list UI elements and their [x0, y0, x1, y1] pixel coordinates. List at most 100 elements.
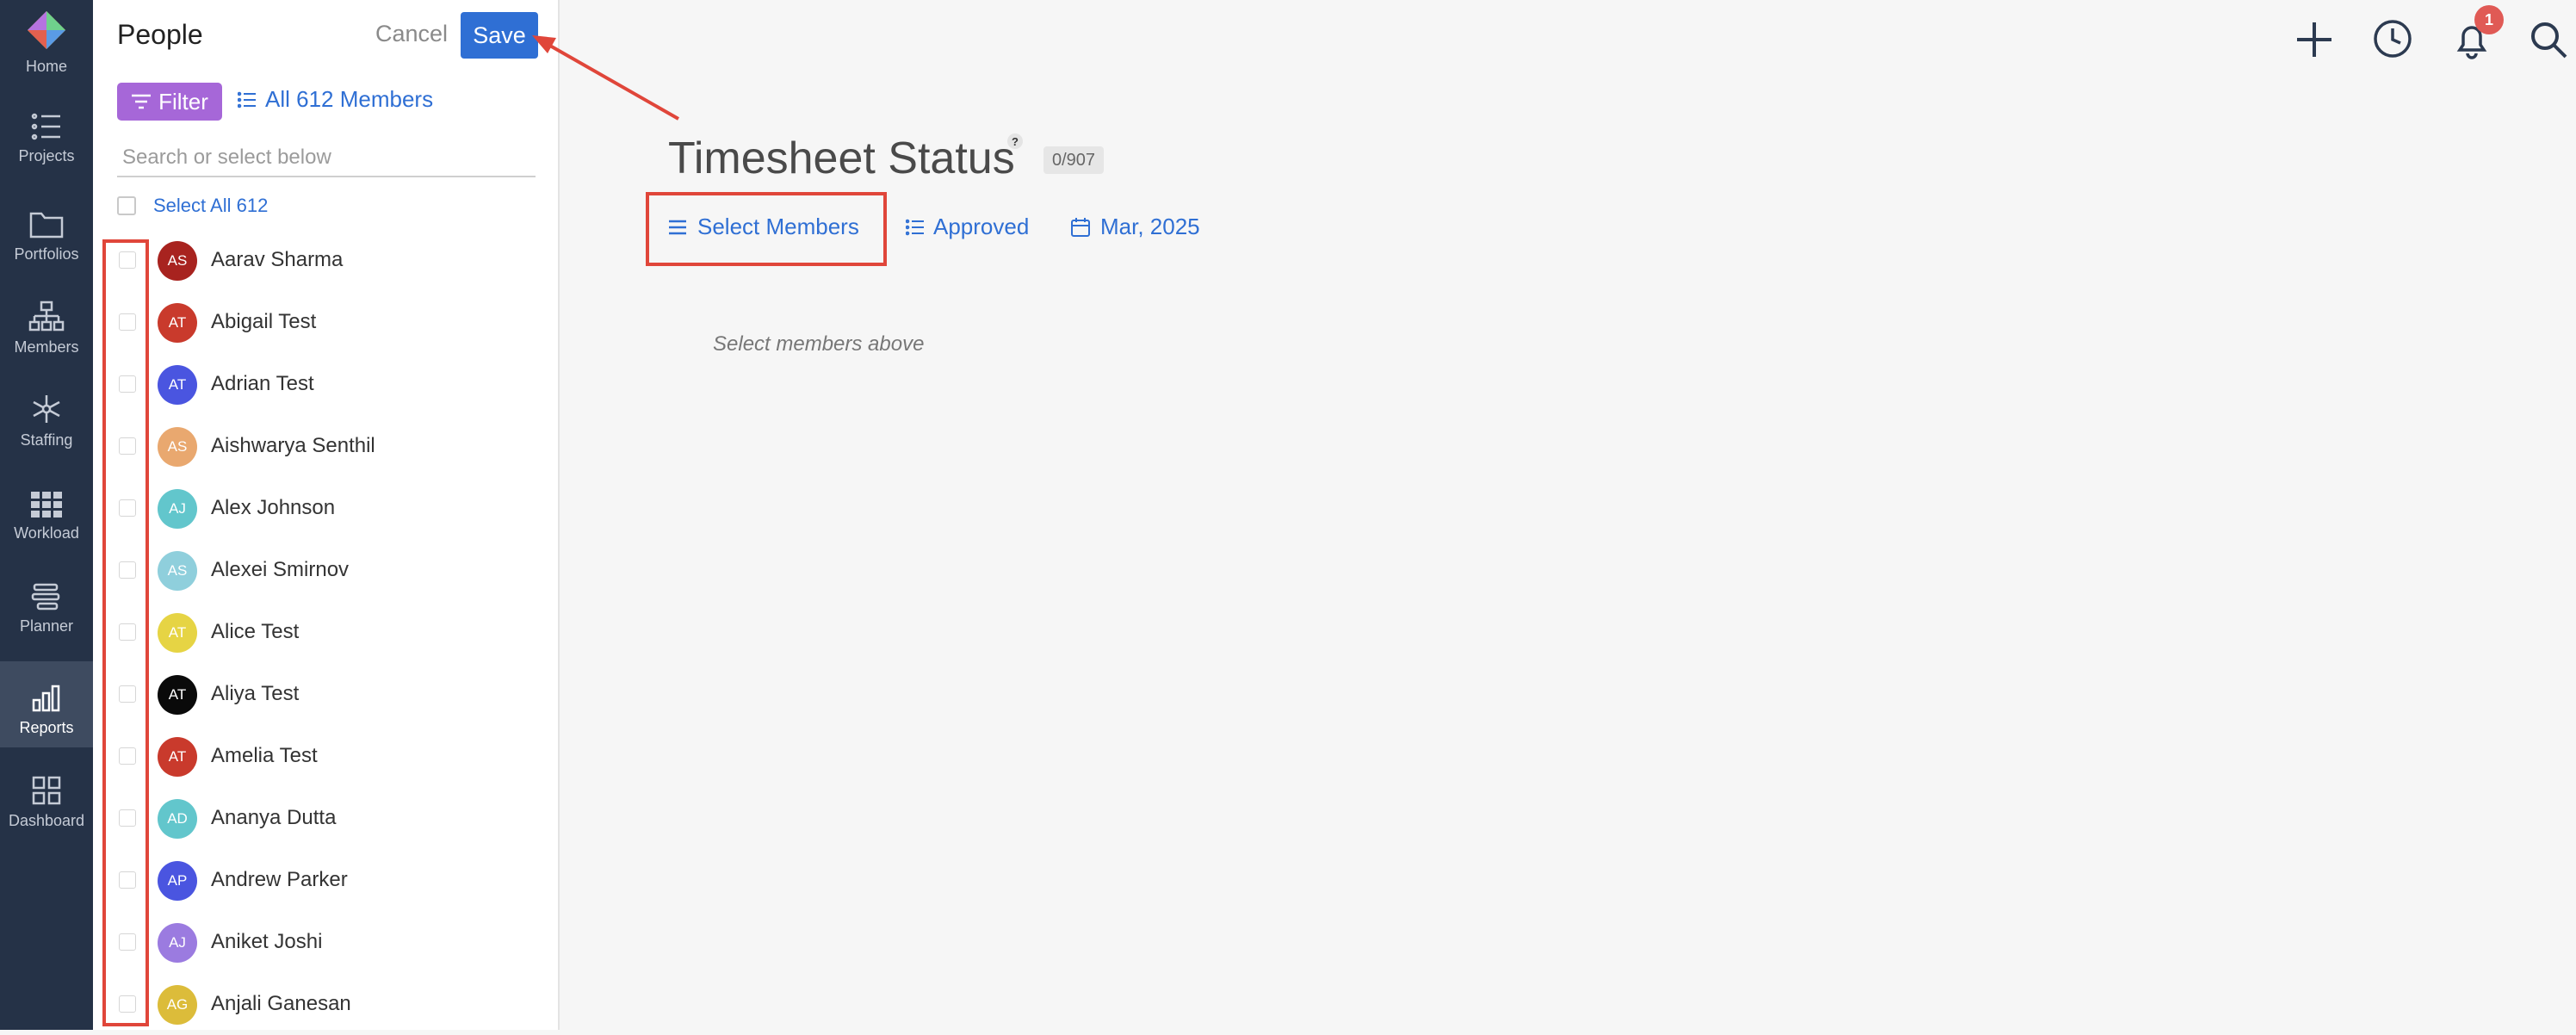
help-icon[interactable]: ?	[1007, 133, 1023, 149]
list-item[interactable]: AJ Alex Johnson	[93, 477, 558, 539]
nav-item-label: Dashboard	[8, 812, 85, 829]
list-item[interactable]: AT Aliya Test	[93, 663, 558, 725]
avatar: AJ	[158, 923, 197, 963]
nav-item-staffing[interactable]: Staffing	[0, 374, 93, 460]
nav-item-members[interactable]: Members	[0, 281, 93, 367]
clock-icon[interactable]	[2373, 19, 2412, 59]
add-icon[interactable]	[2295, 21, 2333, 59]
dashboard-icon	[32, 776, 61, 805]
nav-item-dashboard[interactable]: Dashboard	[0, 754, 93, 840]
date-selector[interactable]: Mar, 2025	[1071, 214, 1200, 240]
member-checkbox[interactable]	[119, 313, 136, 331]
nav-item-label: Members	[14, 338, 79, 356]
member-name: Andrew Parker	[211, 868, 348, 891]
member-checkbox[interactable]	[119, 933, 136, 951]
avatar: AJ	[158, 489, 197, 529]
nav-item-label: Reports	[19, 719, 74, 736]
grid-icon	[31, 492, 62, 518]
cancel-button[interactable]: Cancel	[375, 21, 448, 47]
nav-rail: Home Projects Portfolios Members Staffin…	[0, 0, 93, 1030]
nav-item-home[interactable]: Home	[0, 0, 93, 86]
search-icon[interactable]	[2530, 21, 2567, 59]
member-checkbox[interactable]	[119, 499, 136, 517]
list-item[interactable]: AT Abigail Test	[93, 291, 558, 353]
avatar: AT	[158, 737, 197, 777]
nav-item-label: Staffing	[20, 431, 73, 449]
bar-chart-icon	[32, 685, 60, 712]
date-label: Mar, 2025	[1100, 214, 1200, 239]
avatar: AT	[158, 303, 197, 343]
nav-item-reports[interactable]: Reports	[0, 661, 93, 747]
member-checkbox[interactable]	[119, 995, 136, 1013]
nav-item-portfolios[interactable]: Portfolios	[0, 188, 93, 274]
org-chart-icon	[28, 301, 65, 332]
filter-label: Filter	[158, 88, 208, 115]
page-title: Timesheet Status	[668, 133, 1015, 183]
filter-icon	[132, 94, 152, 109]
member-name: Anjali Ganesan	[211, 992, 351, 1015]
member-name: Alex Johnson	[211, 496, 336, 519]
list-item[interactable]: AS Aarav Sharma	[93, 229, 558, 291]
avatar: AT	[158, 675, 197, 715]
avatar: AG	[158, 985, 197, 1025]
empty-state-message: Select members above	[713, 332, 925, 356]
member-checkbox[interactable]	[119, 685, 136, 703]
member-checkbox[interactable]	[119, 623, 136, 641]
avatar: AS	[158, 241, 197, 281]
list-item[interactable]: AD Ananya Dutta	[93, 787, 558, 849]
nav-item-workload[interactable]: Workload	[0, 467, 93, 553]
list-item[interactable]: AS Alexei Smirnov	[93, 539, 558, 601]
nav-item-label: Projects	[18, 147, 75, 164]
list-icon	[906, 219, 924, 235]
member-checkbox[interactable]	[119, 251, 136, 269]
notification-badge: 1	[2474, 5, 2504, 34]
nav-item-projects[interactable]: Projects	[0, 90, 93, 176]
member-checkbox[interactable]	[119, 375, 136, 393]
nav-item-label: Portfolios	[14, 245, 79, 263]
member-checkbox[interactable]	[119, 561, 136, 579]
list-item[interactable]: AT Amelia Test	[93, 725, 558, 787]
filter-button[interactable]: Filter	[117, 83, 222, 121]
save-button[interactable]: Save	[461, 12, 538, 59]
select-all-row[interactable]: Select All 612	[117, 195, 268, 217]
count-badge: 0/907	[1043, 146, 1105, 174]
member-name: Aliya Test	[211, 682, 300, 705]
member-checkbox[interactable]	[119, 437, 136, 455]
list-item[interactable]: AS Aishwarya Senthil	[93, 415, 558, 477]
all-members-label: All 612 Members	[265, 86, 434, 112]
nav-item-label: Home	[25, 58, 67, 75]
member-search-input[interactable]	[117, 139, 536, 177]
approved-filter[interactable]: Approved	[906, 214, 1029, 240]
avatar: AS	[158, 551, 197, 591]
list-item[interactable]: AJ Aniket Joshi	[93, 911, 558, 973]
member-name: Aishwarya Senthil	[211, 434, 375, 457]
list-item[interactable]: AG Anjali Ganesan	[93, 973, 558, 1035]
member-name: Amelia Test	[211, 744, 318, 767]
menu-lines-icon	[669, 220, 686, 234]
select-members-button[interactable]: Select Members	[668, 214, 859, 240]
member-name: Ananya Dutta	[211, 806, 337, 829]
all-members-toggle[interactable]: All 612 Members	[238, 86, 433, 113]
nav-item-planner[interactable]: Planner	[0, 560, 93, 646]
list-icon	[31, 113, 60, 140]
select-all-label: Select All 612	[153, 195, 269, 216]
avatar: AT	[158, 613, 197, 653]
member-checkbox[interactable]	[119, 871, 136, 889]
member-checkbox[interactable]	[119, 747, 136, 765]
list-item[interactable]: AT Adrian Test	[93, 353, 558, 415]
member-list: AS Aarav Sharma AT Abigail Test AT Adria…	[93, 229, 558, 1035]
list-item[interactable]: AP Andrew Parker	[93, 849, 558, 911]
approved-label: Approved	[933, 214, 1030, 239]
avatar: AS	[158, 427, 197, 467]
calendar-icon	[1071, 217, 1090, 237]
list-item[interactable]: AT Alice Test	[93, 601, 558, 663]
member-checkbox[interactable]	[119, 809, 136, 827]
home-logo-icon	[28, 11, 65, 49]
network-icon	[33, 395, 60, 423]
avatar: AD	[158, 799, 197, 839]
select-members-label: Select Members	[697, 214, 859, 239]
people-panel: People Cancel Save Filter All 612 Member…	[93, 0, 560, 1030]
select-all-checkbox[interactable]	[117, 196, 136, 215]
panel-title: People	[117, 19, 203, 50]
member-name: Aarav Sharma	[211, 248, 344, 271]
